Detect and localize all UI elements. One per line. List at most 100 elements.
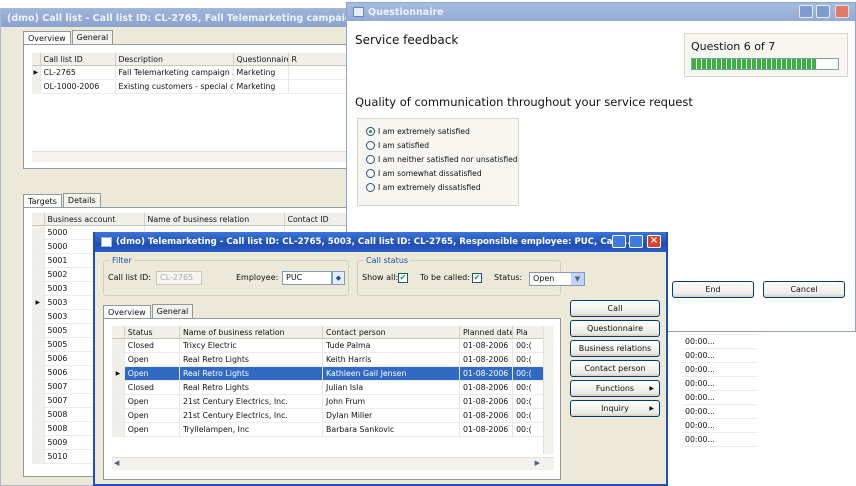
cell-name: Trixcy Electric [179,338,324,353]
table-row[interactable]: OL-1000-2006 Existing customers - specia… [32,79,365,94]
horizontal-scrollbar[interactable] [32,151,358,162]
cell-contact: Dylan Miller [322,408,460,423]
tab-general[interactable]: General [151,304,194,318]
questionnaire-button[interactable]: Questionnaire [570,320,660,337]
col-business-relation[interactable]: Name of business relation [144,213,285,226]
contact-person-button[interactable]: Contact person [570,360,660,377]
scroll-left-icon[interactable]: ◀ [114,459,119,467]
table-row[interactable]: Open 21st Century Electrics, Inc. John Fru… [112,394,554,409]
inquiry-button[interactable]: Inquiry ▶ [570,400,660,417]
answer-option[interactable]: I am neither satisfied nor unsatisfied [366,152,518,166]
close-icon[interactable] [835,5,849,18]
call-list-id-field[interactable]: CL-2765 [156,271,202,285]
call-button[interactable]: Call [570,300,660,317]
call-list-titlebar[interactable]: (dmo) Call list - Call list ID: CL-2765,… [1,9,361,27]
cell-name: 21st Century Electrics, Inc. [179,408,324,423]
col-business-account[interactable]: Business account [44,213,145,226]
lookup-icon[interactable]: ◆ [332,271,345,285]
cell-name: Tryllelampen, Inc [179,422,324,437]
table-row[interactable]: ▶ Open Real Retro Lights Kathleen Gail Jens… [112,366,554,381]
col-call-list-id[interactable]: Call list ID [40,53,116,66]
telemarketing-overview-panel: Status Name of business relation Contact… [103,318,561,480]
progress-bar [691,58,839,70]
progress-label: Question 6 of 7 [691,40,776,53]
telemarketing-tabs: Overview General [103,304,194,319]
maximize-button[interactable] [629,235,643,248]
functions-button[interactable]: Functions ▶ [570,380,660,397]
end-button[interactable]: End [672,281,754,298]
radio-button[interactable] [366,140,375,150]
col-planned-date[interactable]: Planned date [459,326,514,339]
answer-option[interactable]: I am satisfied [366,138,518,152]
radio-button[interactable] [366,182,375,192]
col-business-relation[interactable]: Name of business relation [179,326,324,339]
scroll-right-icon[interactable]: ▶ [535,459,540,467]
table-row[interactable]: Open Tryllelampen, Inc Barbara Sankovic 01-… [112,422,554,437]
answer-option-label: I am satisfied [378,140,430,150]
status-label: Status: [494,273,523,282]
table-row[interactable]: Closed Trixcy Electric Tude Palma 01-08-200… [112,338,554,353]
to-be-called-label: To be called: [420,273,470,282]
answer-option-label: I am somewhat dissatisfied [378,168,482,178]
col-contact-person[interactable]: Contact person [322,326,460,339]
col-description[interactable]: Description [115,53,234,66]
business-relations-button[interactable]: Business relations [570,340,660,357]
cell-date: 01-08-2006 [459,408,514,423]
telemarketing-titlebar[interactable]: (dmo) Telemarketing - Call list ID: CL-2… [95,232,666,252]
tab-details[interactable]: Details [62,193,101,207]
answer-option[interactable]: I am extremely dissatisfied [366,180,518,194]
cell-date: 01-08-2006 [459,338,514,353]
call-list-table: Call list ID Description Questionnaire R… [32,53,365,94]
show-all-checkbox[interactable]: ✔ [398,273,408,283]
cell-date: 01-08-2006 [459,366,514,381]
answer-options: I am extremely satisfied I am satisfied I … [366,124,518,194]
planned-time-cell: 00:00... [682,405,758,419]
radio-button[interactable] [366,168,375,178]
row-pointer-icon: ▶ [32,295,45,310]
cancel-button[interactable]: Cancel [763,281,845,298]
radio-button[interactable] [366,154,375,164]
planned-time-cell: 00:00... [682,391,758,405]
targets-tabs: Targets Details [23,193,102,208]
cell-date: 01-08-2006 [459,394,514,409]
tab-overview[interactable]: Overview [23,31,71,45]
calls-table: Status Name of business relation Contact… [112,326,554,437]
horizontal-scrollbar[interactable]: ◀ ▶ [112,457,554,470]
cell-date: 01-08-2006 [459,380,514,395]
table-row[interactable]: Open Real Retro Lights Keith Harris 01-08-2… [112,352,554,367]
table-row[interactable]: Closed Real Retro Lights Julian Isla 01-08-… [112,380,554,395]
cell-status: Open [124,422,180,437]
minimize-button[interactable] [799,5,813,18]
cell-date: 01-08-2006 [459,422,514,437]
table-row[interactable]: ▶ CL-2765 Fall Telemarketing campaign 20… [32,65,365,80]
cell-name: Real Retro Lights [179,366,324,381]
tab-targets[interactable]: Targets [23,194,62,208]
telemarketing-window: (dmo) Telemarketing - Call list ID: CL-2… [93,232,668,486]
questionnaire-heading: Service feedback [355,33,459,47]
close-icon[interactable]: × [647,235,661,248]
minimize-button[interactable] [612,235,626,248]
window-icon [101,237,112,247]
status-dropdown[interactable]: Open ▼ [529,272,585,286]
planned-time-cell: 00:00... [682,377,758,391]
planned-time-cell: 00:00... [682,349,758,363]
col-status[interactable]: Status [124,326,180,339]
tab-general[interactable]: General [71,30,114,44]
question-text: Quality of communication throughout your… [355,95,693,109]
cell-contact: Keith Harris [322,352,460,367]
table-row[interactable]: Open 21st Century Electrics, Inc. Dylan Mi… [112,408,554,423]
maximize-button[interactable] [816,5,830,18]
filter-label: Filter [110,256,134,265]
tab-overview[interactable]: Overview [103,305,151,319]
questionnaire-titlebar[interactable]: Questionnaire [347,3,855,21]
col-questionnaire[interactable]: Questionnaire [233,53,289,66]
answer-option[interactable]: I am extremely satisfied [366,124,518,138]
radio-button[interactable] [366,126,375,136]
call-list-tabs: Overview General [23,30,114,45]
cell-status: Closed [124,380,180,395]
chevron-down-icon[interactable]: ▼ [571,273,584,285]
employee-field[interactable]: PUC [282,271,332,285]
answer-option[interactable]: I am somewhat dissatisfied [366,166,518,180]
to-be-called-checkbox[interactable]: ✔ [472,273,482,283]
vertical-scrollbar[interactable] [543,326,554,454]
